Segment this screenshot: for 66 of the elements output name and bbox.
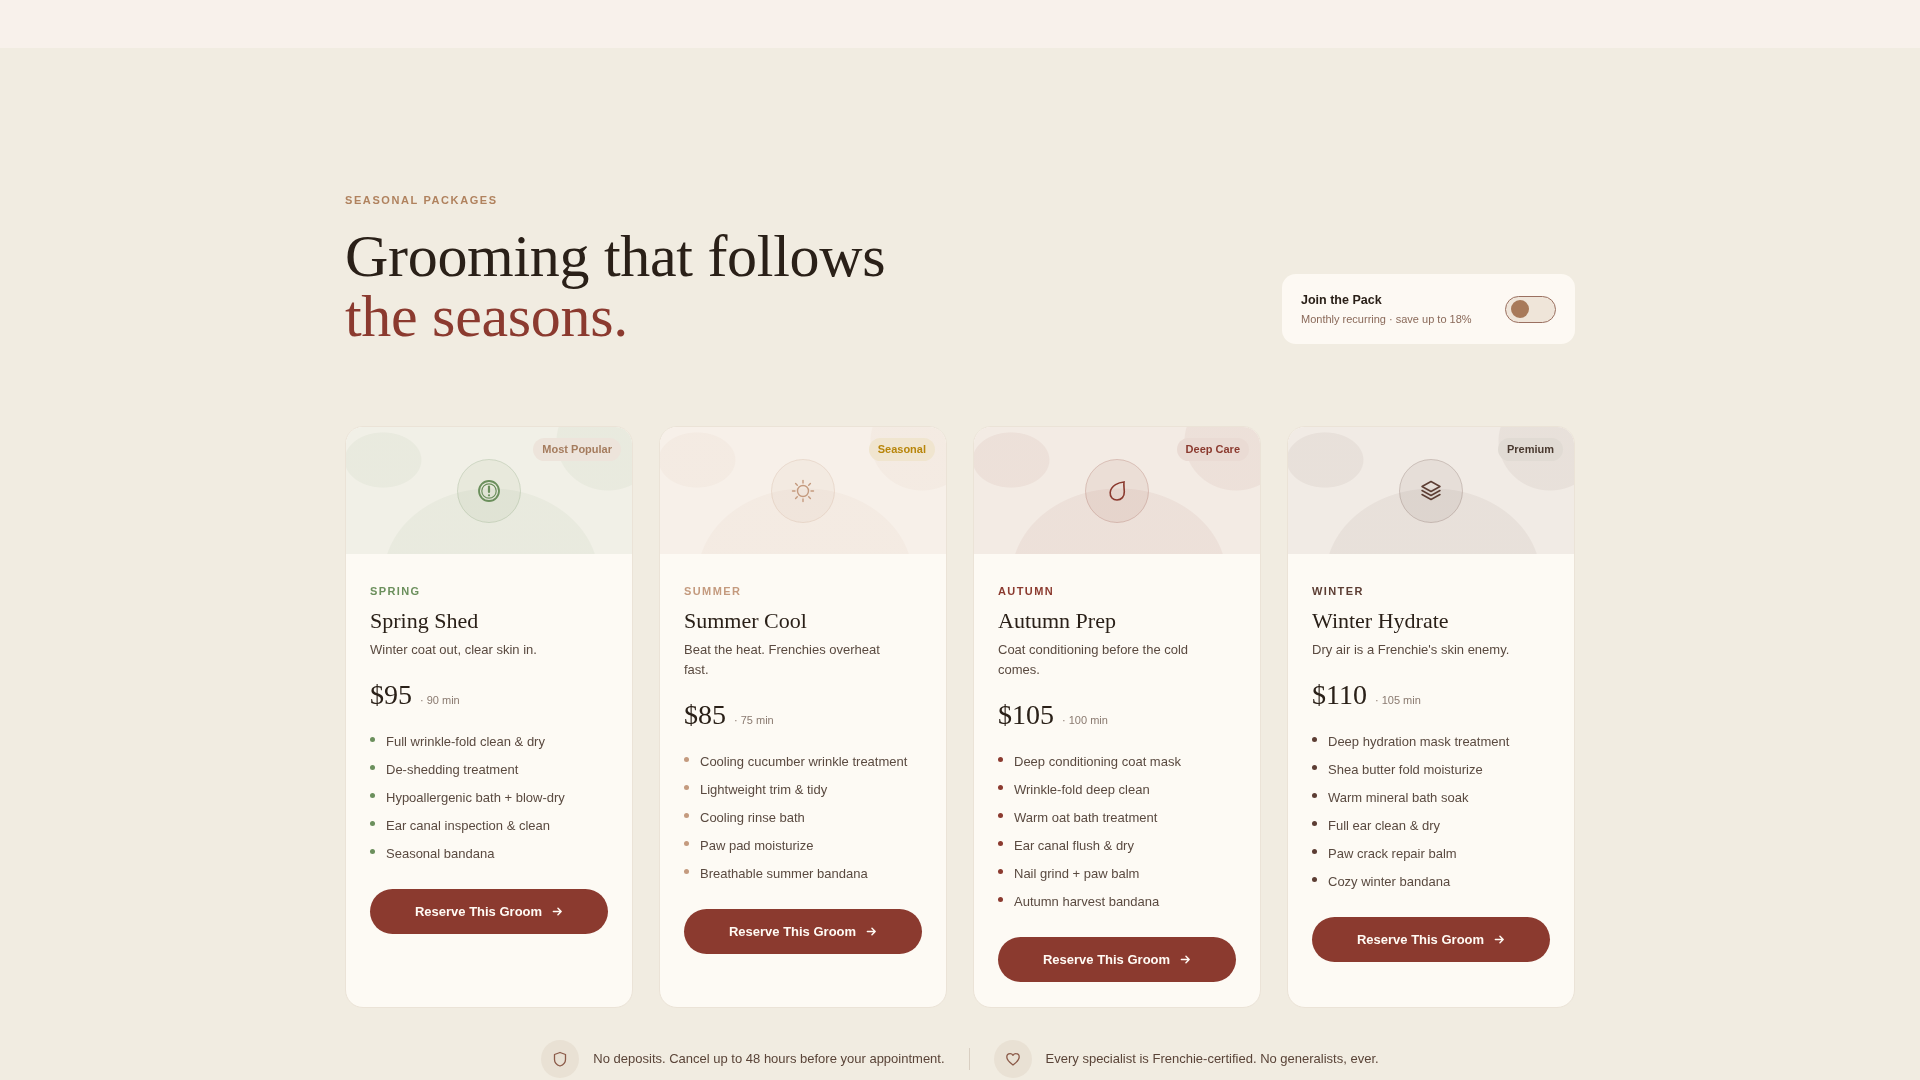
arrow-right-icon — [1180, 954, 1192, 965]
package-price: $85 — [684, 698, 726, 732]
reserve-button[interactable]: Reserve This Groom — [1312, 917, 1550, 962]
package-duration: · 105 min — [1374, 694, 1421, 706]
package-badge: Deep Care — [1176, 438, 1249, 461]
season-label: AUTUMN — [998, 584, 1056, 598]
arrow-right-icon — [552, 906, 564, 917]
package-duration: · 100 min — [1062, 714, 1108, 726]
feature-text: Ear canal flush & dry — [1014, 837, 1134, 855]
package-description: Dry air is a Frenchie's skin enemy. — [1312, 641, 1511, 659]
feature-text: Seasonal bandana — [386, 845, 495, 863]
feature-text: Paw pad moisturize — [700, 837, 814, 855]
feature-text: Warm mineral bath soak — [1328, 789, 1469, 807]
arrow-right-icon — [866, 926, 878, 937]
feature-text: Full ear clean & dry — [1328, 817, 1440, 835]
package-badge: Premium — [1497, 438, 1563, 461]
membership-title: Join the Pack — [1301, 292, 1383, 308]
droplet-icon — [1085, 459, 1149, 523]
section-eyebrow: SEASONAL PACKAGES — [345, 193, 499, 207]
package-duration: · 90 min — [420, 694, 460, 706]
shield-icon — [541, 1040, 580, 1078]
season-label: SPRING — [370, 584, 422, 598]
reserve-button[interactable]: Reserve This Groom — [370, 889, 608, 934]
feature-text: Cozy winter bandana — [1328, 873, 1451, 891]
package-badge: Seasonal — [868, 438, 935, 461]
package-price: $95 — [370, 678, 412, 712]
package-description: Winter coat out, clear skin in. — [370, 641, 538, 659]
membership-toggle[interactable] — [1505, 295, 1556, 323]
feature-text: Shea butter fold moisturize — [1328, 761, 1483, 779]
package-title: Autumn Prep — [998, 607, 1117, 635]
reserve-button[interactable]: Reserve This Groom — [684, 909, 922, 954]
reserve-button[interactable]: Reserve This Groom — [998, 937, 1236, 982]
feature-text: Paw crack repair balm — [1328, 845, 1457, 863]
feature-text: Ear canal inspection & clean — [386, 817, 551, 835]
exclamation-circle-icon — [457, 459, 521, 523]
package-description: Beat the heat. Frenchies overheat fast. — [684, 641, 881, 679]
arrow-right-icon — [1494, 934, 1506, 945]
note-text: Every specialist is Frenchie-certified. No generalists, ever. — [1045, 1050, 1379, 1068]
feature-text: Wrinkle-fold deep clean — [1014, 781, 1150, 799]
layers-icon — [1399, 459, 1463, 523]
feature-text: Hypoallergenic bath + blow-dry — [386, 789, 565, 807]
package-price: $110 — [1312, 678, 1367, 712]
package-badge: Most Popular — [533, 438, 621, 461]
feature-text: De-shedding treatment — [386, 761, 519, 779]
feature-text: Deep conditioning coat mask — [1014, 753, 1181, 771]
package-duration: · 75 min — [734, 714, 774, 726]
note-text: No deposits. Cancel up to 48 hours before your appointment. — [593, 1050, 945, 1068]
feature-text: Nail grind + paw balm — [1014, 865, 1140, 883]
package-description: Coat conditioning before the cold comes. — [998, 641, 1190, 679]
membership-subtitle: Monthly recurring · save up to 18% — [1301, 311, 1472, 326]
package-title: Winter Hydrate — [1312, 607, 1450, 635]
page-heading: Grooming that follows the seasons. — [345, 226, 886, 346]
package-title: Spring Shed — [370, 607, 480, 635]
package-title: Summer Cool — [684, 607, 808, 635]
feature-text: Cooling rinse bath — [700, 809, 805, 827]
sun-icon — [771, 459, 835, 523]
feature-text: Deep hydration mask treatment — [1328, 733, 1510, 751]
feature-text: Breathable summer bandana — [700, 865, 868, 883]
feature-text: Full wrinkle-fold clean & dry — [386, 733, 545, 751]
feature-text: Autumn harvest bandana — [1014, 893, 1160, 911]
package-price: $105 — [998, 698, 1054, 732]
feature-text: Cooling cucumber wrinkle treatment — [700, 753, 908, 771]
feature-text: Lightweight trim & tidy — [700, 781, 828, 799]
season-label: SUMMER — [684, 584, 743, 598]
feature-text: Warm oat bath treatment — [1014, 809, 1158, 827]
season-label: WINTER — [1312, 584, 1365, 598]
